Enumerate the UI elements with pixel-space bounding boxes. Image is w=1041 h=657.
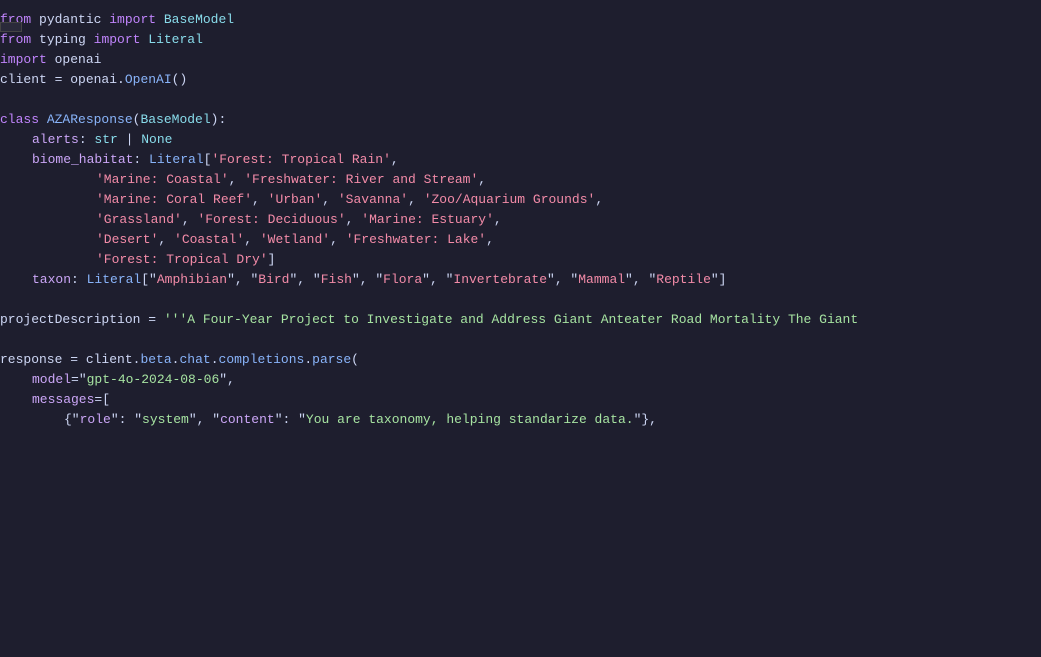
code-line-2: from typing import Literal: [0, 30, 1041, 50]
code-line-18: {"role": "system", "content": "You are t…: [0, 410, 1041, 430]
code-line-8: 'Marine: Coastal', 'Freshwater: River an…: [0, 170, 1041, 190]
code-line-12: 'Forest: Tropical Dry']: [0, 250, 1041, 270]
code-line-15: response = client.beta.chat.completions.…: [0, 350, 1041, 370]
code-line-17: messages=[: [0, 390, 1041, 410]
code-line-6: alerts: str | None: [0, 130, 1041, 150]
code-line-blank2: [0, 290, 1041, 310]
code-line-9: 'Marine: Coral Reef', 'Urban', 'Savanna'…: [0, 190, 1041, 210]
code-editor: from pydantic import BaseModel from typi…: [0, 0, 1041, 440]
code-line-14: projectDescription = '''A Four-Year Proj…: [0, 310, 1041, 330]
code-line-11: 'Desert', 'Coastal', 'Wetland', 'Freshwa…: [0, 230, 1041, 250]
code-line-5: class AZAResponse(BaseModel):: [0, 110, 1041, 130]
code-line-1: from pydantic import BaseModel: [0, 10, 1041, 30]
code-line-10: 'Grassland', 'Forest: Deciduous', 'Marin…: [0, 210, 1041, 230]
code-line-13: taxon: Literal["Amphibian", "Bird", "Fis…: [0, 270, 1041, 290]
code-line-blank1: [0, 90, 1041, 110]
code-line-4: client = openai.OpenAI(): [0, 70, 1041, 90]
code-line-blank3: [0, 330, 1041, 350]
code-line-3: import openai: [0, 50, 1041, 70]
code-line-16: model="gpt-4o-2024-08-06",: [0, 370, 1041, 390]
execution-order-tooltip: [0, 22, 22, 32]
code-line-7: biome_habitat: Literal['Forest: Tropical…: [0, 150, 1041, 170]
